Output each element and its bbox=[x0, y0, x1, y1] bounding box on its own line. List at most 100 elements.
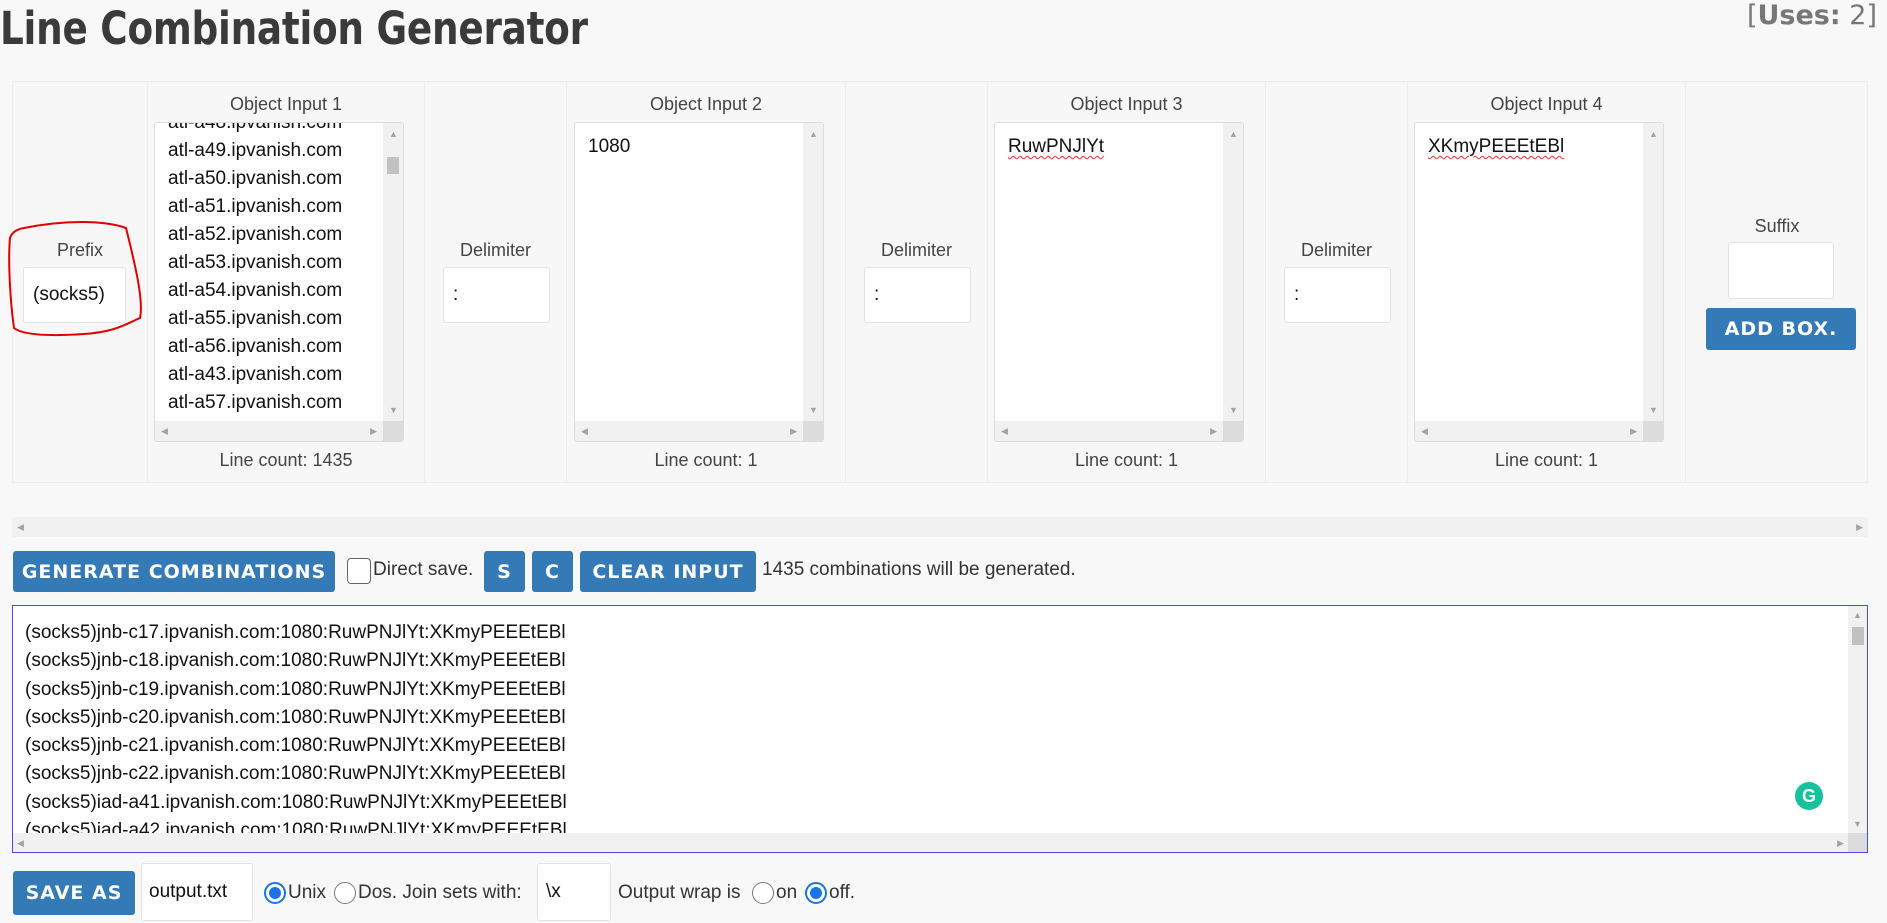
join-label: Dos. Join sets with: bbox=[358, 882, 522, 904]
input-line: XKmyPEEEtEBl bbox=[1428, 136, 1565, 157]
add-box-button[interactable]: ADD BOX. bbox=[1706, 308, 1856, 350]
output-vertical-scrollbar[interactable]: ▲ ▼ bbox=[1848, 606, 1867, 833]
wrap-on-label: on bbox=[776, 882, 798, 903]
join-sets-input[interactable]: \x bbox=[537, 863, 611, 921]
delimiter-2-input[interactable]: : bbox=[864, 267, 971, 323]
input-line: atl-a55.ipvanish.com bbox=[168, 308, 343, 329]
output-line: (socks5)jnb-c19.ipvanish.com:1080:RuwPNJ… bbox=[25, 678, 566, 700]
line-count: Line count: 1435 bbox=[219, 450, 353, 470]
output-line: (socks5)jnb-c18.ipvanish.com:1080:RuwPNJ… bbox=[25, 650, 566, 672]
delimiter-3-column: Delimiter : bbox=[1266, 82, 1408, 482]
output-horizontal-scrollbar[interactable]: ◀ ▶ bbox=[13, 833, 1848, 852]
output-textarea[interactable]: (socks5)jnb-c17.ipvanish.com:1080:RuwPNJ… bbox=[12, 605, 1868, 853]
c-button[interactable]: C bbox=[532, 551, 573, 592]
scroll-thumb[interactable] bbox=[1852, 627, 1864, 645]
horizontal-scrollbar[interactable]: ◀ ▶ bbox=[155, 421, 383, 441]
save-as-button[interactable]: SAVE AS bbox=[13, 871, 135, 915]
unix-radio[interactable] bbox=[264, 882, 286, 904]
output-line: (socks5)iad-a41.ipvanish.com:1080:RuwPNJ… bbox=[25, 791, 567, 813]
wrap-off-radio[interactable] bbox=[805, 882, 827, 904]
object-input-3-textarea[interactable]: RuwPNJlYt ▲ ▼ ◀ ▶ bbox=[994, 122, 1244, 442]
input-line: atl-a52.ipvanish.com bbox=[168, 224, 343, 245]
horizontal-scrollbar[interactable]: ◀ ▶ bbox=[575, 421, 803, 441]
join-sets-label: Join sets with: bbox=[402, 882, 522, 903]
scroll-left-icon[interactable]: ◀ bbox=[17, 522, 24, 532]
unix-label: Unix bbox=[288, 882, 327, 903]
input-line: atl-a53.ipvanish.com bbox=[168, 252, 343, 273]
output-line: (socks5)jnb-c20.ipvanish.com:1080:RuwPNJ… bbox=[25, 706, 566, 728]
object-input-4-textarea[interactable]: XKmyPEEEtEBl ▲ ▼ ◀ ▶ bbox=[1414, 122, 1664, 442]
object-input-3-column: Object Input 3 RuwPNJlYt ▲ ▼ ◀ ▶ Line coun… bbox=[988, 82, 1266, 482]
suffix-input[interactable] bbox=[1728, 242, 1834, 299]
object-input-label: Object Input 2 bbox=[649, 94, 763, 114]
delimiter-label: Delimiter bbox=[459, 240, 531, 260]
uses-value: 2 bbox=[1849, 0, 1867, 31]
suffix-column: Suffix ADD BOX. bbox=[1686, 82, 1868, 482]
uses-counter: [Uses: 2] bbox=[1746, 0, 1877, 31]
input-panel: Prefix (socks5) Object Input 1 atl-a48.i… bbox=[8, 81, 1868, 483]
object-input-content: XKmyPEEEtEBl bbox=[1428, 133, 1564, 161]
vertical-scrollbar[interactable]: ▲ ▼ bbox=[383, 123, 403, 421]
vertical-scrollbar[interactable]: ▲ ▼ bbox=[1223, 123, 1243, 421]
panel-horizontal-scrollbar[interactable]: ◀ ▶ bbox=[12, 517, 1868, 537]
object-input-4-column: Object Input 4 XKmyPEEEtEBl ▲ ▼ ◀ ▶ Line c… bbox=[1408, 82, 1686, 482]
resize-handle[interactable] bbox=[803, 421, 823, 441]
resize-handle[interactable] bbox=[383, 421, 403, 441]
resize-handle[interactable] bbox=[1223, 421, 1243, 441]
combination-count-status: 1435 combinations will be generated. bbox=[762, 559, 1076, 580]
input-line: 1080 bbox=[588, 136, 631, 157]
object-input-label: Object Input 4 bbox=[1490, 94, 1603, 114]
delimiter-label: Delimiter bbox=[1300, 240, 1372, 260]
generate-combinations-button[interactable]: GENERATE COMBINATIONS bbox=[13, 551, 335, 592]
output-line: (socks5)jnb-c17.ipvanish.com:1080:RuwPNJ… bbox=[25, 622, 566, 643]
line-count: Line count: 1 bbox=[1494, 450, 1599, 470]
delimiter-3-input[interactable]: : bbox=[1284, 267, 1391, 323]
wrap-off-label: off. bbox=[829, 882, 856, 903]
object-input-2-textarea[interactable]: 1080 ▲ ▼ ◀ ▶ bbox=[574, 122, 824, 442]
delimiter-label: Delimiter bbox=[880, 240, 952, 260]
object-input-content: RuwPNJlYt bbox=[1008, 133, 1104, 161]
vertical-scrollbar[interactable]: ▲ ▼ bbox=[803, 123, 823, 421]
clear-input-button[interactable]: CLEAR INPUT bbox=[580, 551, 756, 592]
scroll-thumb[interactable] bbox=[387, 157, 399, 174]
delimiter-2-column: Delimiter : bbox=[846, 82, 988, 482]
line-count: Line count: 1 bbox=[1074, 450, 1179, 470]
wrap-on-radio[interactable] bbox=[752, 882, 774, 904]
input-line: atl-a54.ipvanish.com bbox=[168, 280, 343, 301]
input-line: atl-a51.ipvanish.com bbox=[168, 196, 343, 217]
input-line: atl-a57.ipvanish.com bbox=[168, 392, 343, 413]
output-line: (socks5)jnb-c22.ipvanish.com:1080:RuwPNJ… bbox=[25, 763, 566, 785]
s-button[interactable]: S bbox=[484, 551, 525, 592]
dos-label: Dos. bbox=[358, 882, 398, 903]
suffix-label: Suffix bbox=[1754, 216, 1800, 236]
input-line: atl-a43.ipvanish.com bbox=[168, 364, 343, 385]
object-input-label: Object Input 1 bbox=[229, 94, 343, 114]
vertical-scrollbar[interactable]: ▲ ▼ bbox=[1643, 123, 1663, 421]
scroll-right-icon[interactable]: ▶ bbox=[1856, 522, 1863, 532]
horizontal-scrollbar[interactable]: ◀ ▶ bbox=[1415, 421, 1643, 441]
input-line: atl-a50.ipvanish.com bbox=[168, 168, 343, 189]
object-input-1-textarea[interactable]: atl-a48.ipvanish.com atl-a49.ipvanish.com… bbox=[154, 122, 404, 442]
page-title: Line Combination Generator bbox=[0, 2, 588, 55]
filename-input[interactable]: output.txt bbox=[141, 863, 253, 921]
uses-label: Uses: bbox=[1757, 0, 1841, 31]
resize-handle[interactable] bbox=[1643, 421, 1663, 441]
direct-save-checkbox[interactable] bbox=[347, 558, 371, 584]
direct-save-label: Direct save. bbox=[373, 559, 474, 580]
object-input-content: atl-a48.ipvanish.com atl-a49.ipvanish.com… bbox=[168, 123, 343, 417]
red-highlight-circle bbox=[8, 221, 142, 337]
resize-handle[interactable] bbox=[1848, 833, 1867, 852]
output-line: (socks5)jnb-c21.ipvanish.com:1080:RuwPNJ… bbox=[25, 735, 566, 757]
grammarly-icon[interactable]: G bbox=[1795, 782, 1823, 810]
delimiter-1-input[interactable]: : bbox=[443, 267, 550, 323]
dos-radio[interactable] bbox=[334, 882, 356, 904]
delimiter-1-column: Delimiter : bbox=[425, 82, 567, 482]
object-input-1-column: Object Input 1 atl-a48.ipvanish.com atl-a… bbox=[148, 82, 425, 482]
object-input-2-column: Object Input 2 1080 ▲ ▼ ◀ ▶ Line count: 1 bbox=[567, 82, 846, 482]
input-line: RuwPNJlYt bbox=[1008, 136, 1105, 157]
output-wrap-label: Output wrap is bbox=[618, 882, 741, 903]
object-input-label: Object Input 3 bbox=[1070, 94, 1183, 114]
line-count: Line count: 1 bbox=[654, 450, 758, 470]
horizontal-scrollbar[interactable]: ◀ ▶ bbox=[995, 421, 1223, 441]
input-line: atl-a49.ipvanish.com bbox=[168, 140, 343, 161]
